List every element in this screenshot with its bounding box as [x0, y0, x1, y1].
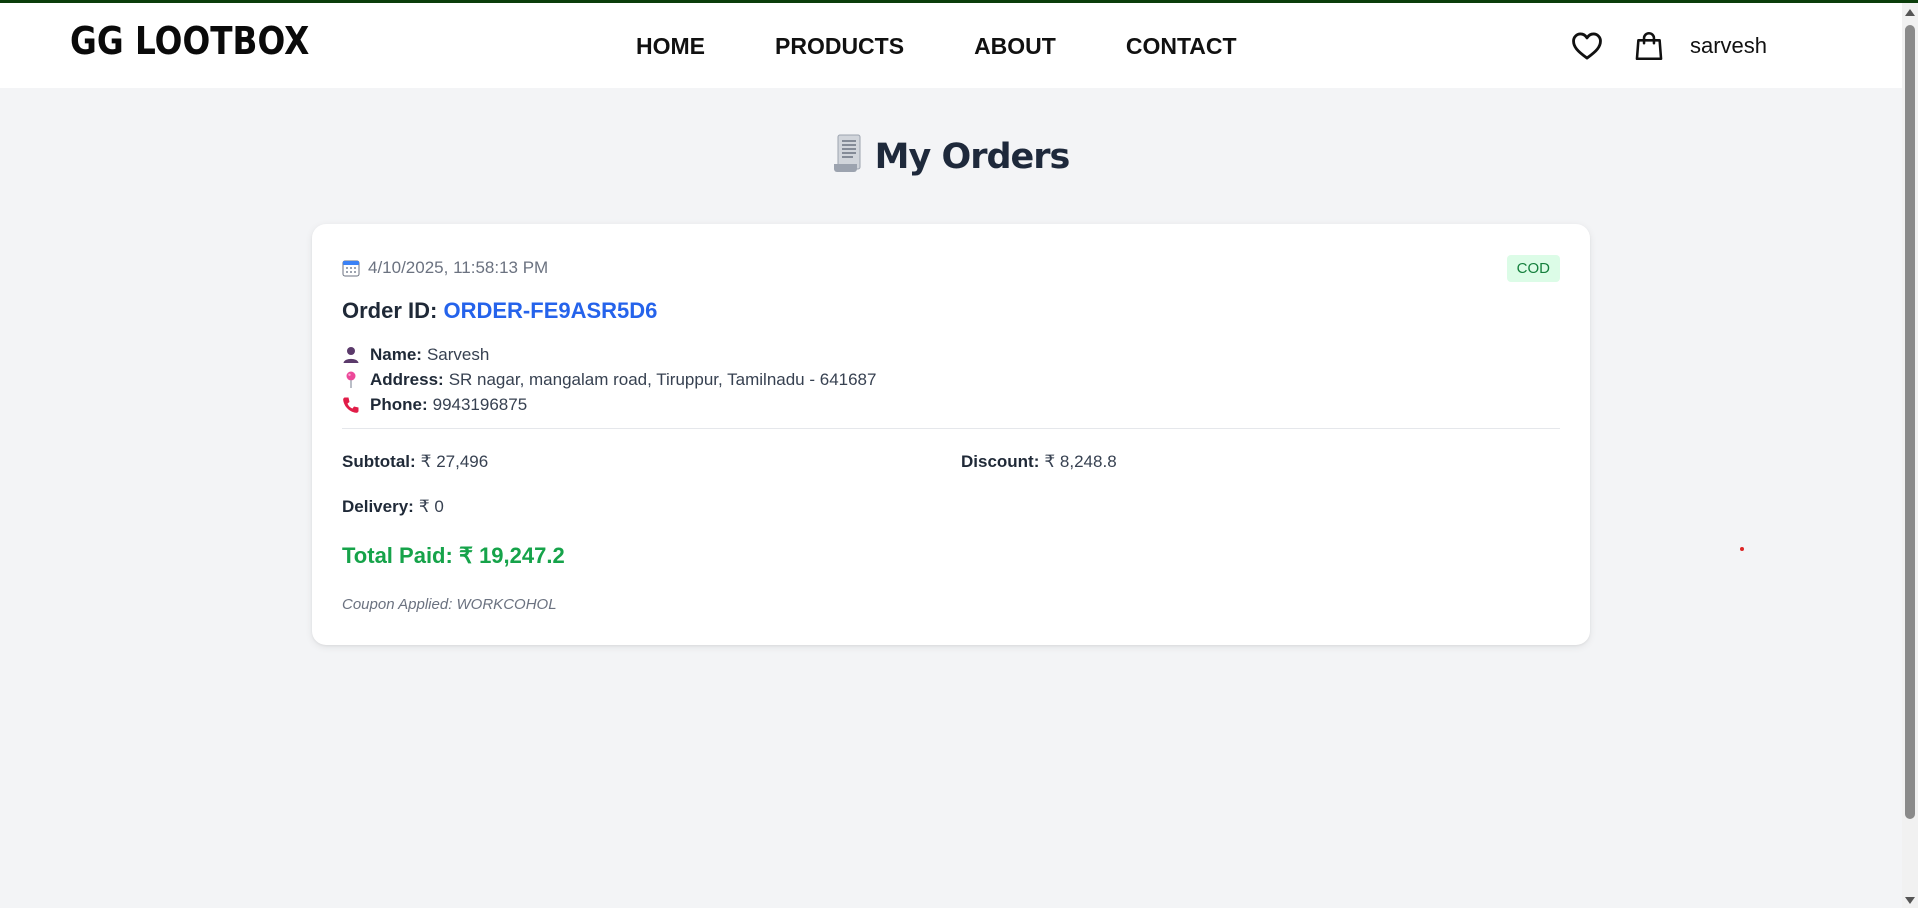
receipt-icon	[833, 134, 861, 172]
discount-value: ₹ 8,248.8	[1044, 452, 1117, 471]
order-id-value: ORDER-FE9ASR5D6	[443, 298, 658, 323]
scroll-down-arrow-icon[interactable]	[1905, 897, 1915, 904]
phone-line: Phone: 9943196875	[342, 395, 527, 415]
discount-label: Discount:	[961, 452, 1040, 471]
phone-value: 9943196875	[432, 395, 528, 414]
customer-name-line: Name: Sarvesh	[342, 345, 489, 365]
section-divider	[342, 428, 1560, 429]
scrollbar-thumb[interactable]	[1905, 25, 1915, 819]
name-label: Name:	[370, 345, 422, 364]
discount-line: Discount: ₹ 8,248.8	[961, 452, 1117, 472]
order-card: 4/10/2025, 11:58:13 PM COD Order ID: ORD…	[312, 224, 1590, 645]
subtotal-line: Subtotal: ₹ 27,496	[342, 452, 488, 472]
nav-actions: sarvesh	[1570, 29, 1767, 63]
address-line: Address: SR nagar, mangalam road, Tirupp…	[342, 370, 876, 390]
order-date: 4/10/2025, 11:58:13 PM	[368, 258, 549, 277]
shopping-bag-icon[interactable]	[1632, 29, 1666, 63]
brand-logo[interactable]: GG LOOTBOX	[70, 19, 309, 63]
page-title-text: My Orders	[874, 137, 1071, 177]
page-title: My Orders	[0, 134, 1902, 177]
nav-products-link[interactable]: PRODUCTS	[775, 33, 904, 60]
total-paid-label: Total Paid:	[342, 543, 453, 568]
nav-home-link[interactable]: HOME	[636, 33, 705, 60]
payment-method-badge: COD	[1506, 255, 1560, 282]
person-icon	[343, 347, 359, 363]
map-pin-icon	[346, 371, 356, 388]
address-value: SR nagar, mangalam road, Tiruppur, Tamil…	[448, 370, 877, 389]
order-id-line: Order ID: ORDER-FE9ASR5D6	[342, 298, 657, 324]
delivery-label: Delivery:	[342, 497, 414, 516]
nav-links: HOME PRODUCTS ABOUT CONTACT	[636, 33, 1237, 60]
subtotal-value: ₹ 27,496	[420, 452, 489, 471]
vertical-scrollbar[interactable]	[1902, 3, 1918, 908]
coupon-applied-note: Coupon Applied: WORKCOHOL	[342, 596, 557, 613]
heart-icon[interactable]	[1570, 29, 1604, 63]
address-label: Address:	[370, 370, 444, 389]
order-date-row: 4/10/2025, 11:58:13 PM	[342, 258, 548, 278]
phone-icon	[343, 397, 359, 413]
delivery-line: Delivery: ₹ 0	[342, 497, 444, 517]
total-paid-value: ₹ 19,247.2	[458, 543, 565, 568]
nav-about-link[interactable]: ABOUT	[974, 33, 1056, 60]
subtotal-label: Subtotal:	[342, 452, 416, 471]
total-paid-line: Total Paid: ₹ 19,247.2	[342, 543, 565, 569]
navbar: GG LOOTBOX HOME PRODUCTS ABOUT CONTACT s…	[0, 3, 1902, 88]
user-menu[interactable]: sarvesh	[1690, 33, 1767, 59]
phone-label: Phone:	[370, 395, 428, 414]
nav-contact-link[interactable]: CONTACT	[1126, 33, 1237, 60]
order-id-label: Order ID:	[342, 298, 438, 323]
name-value: Sarvesh	[426, 345, 490, 364]
calendar-icon	[342, 260, 360, 277]
cursor-dot	[1740, 547, 1744, 551]
scroll-up-arrow-icon[interactable]	[1905, 9, 1915, 16]
delivery-value: ₹ 0	[418, 497, 444, 516]
